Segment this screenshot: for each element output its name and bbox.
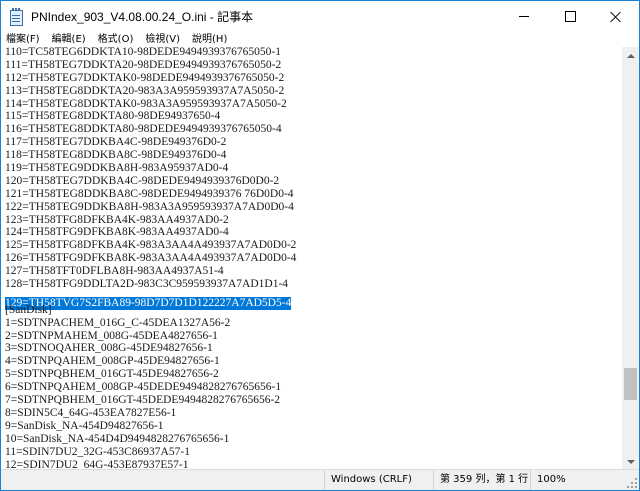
text-line-wrapper: 8=SDIN5C4_64G-453EA7827E56-1	[5, 407, 296, 420]
text-line: 8=SDIN5C4_64G-453EA7827E56-1	[5, 406, 177, 419]
menu-edit[interactable]: 編輯(E)	[46, 32, 92, 47]
scrollbar-thumb[interactable]	[624, 368, 637, 400]
text-line-wrapper: 125=TH58TFG8DFKBA4K-983A3AA4A493937A7AD0…	[5, 239, 296, 252]
text-line: 1=SDTNPACHEM_016G_C-45DEA1327A56-2	[5, 316, 231, 329]
text-editor[interactable]: 110=TC58TEG6DDKTA10-98DEDE94949393767650…	[3, 47, 622, 470]
menu-view[interactable]: 檢視(V)	[139, 32, 186, 47]
text-line: 118=TH58TEG8DDKBA8C-98DE949376D0-4	[5, 149, 227, 162]
text-line: 2=SDTNPMAHEM_008G-45DEA4827656-1	[5, 329, 218, 342]
text-line-wrapper: 116=TH58TEG8DDKTA80-98DEDE94949393767650…	[5, 123, 296, 136]
text-line: 127=TH58TFT0DFLBA8H-983AA4937A51-4	[5, 265, 224, 278]
close-icon	[610, 11, 622, 23]
text-line: 5=SDTNPQBHEM_016GT-45DE94827656-2	[5, 368, 219, 381]
text-line-wrapper: 118=TH58TEG8DDKBA8C-98DE949376D0-4	[5, 149, 296, 162]
maximize-button[interactable]	[547, 1, 593, 32]
vertical-scrollbar[interactable]	[622, 47, 639, 470]
resize-grip-icon[interactable]	[627, 478, 637, 488]
text-line-wrapper: 110=TC58TEG6DDKTA10-98DEDE94949393767650…	[5, 47, 296, 59]
text-line-wrapper: 3=SDTNOQAHER_008G-45DE94827656-1	[5, 342, 296, 355]
text-line: 114=TH58TEG8DDKTAK0-983A3A959593937A7A50…	[5, 97, 287, 110]
status-position: 第 359 列，第 1 行	[433, 470, 532, 490]
minimize-icon	[519, 16, 529, 17]
text-line: 116=TH58TEG8DDKTA80-98DEDE94949393767650…	[5, 123, 282, 136]
minimize-button[interactable]	[501, 1, 547, 32]
menu-format[interactable]: 格式(O)	[92, 32, 140, 47]
text-line-wrapper: 6=SDTNPQAHEM_008GP-45DEDE949482827676565…	[5, 381, 296, 394]
text-line-wrapper: 115=TH58TEG8DDKTA80-98DE94937650-4	[5, 110, 296, 123]
text-line: 125=TH58TFG8DFKBA4K-983A3AA4A493937A7AD0…	[5, 239, 297, 252]
text-line-wrapper: 1=SDTNPACHEM_016G_C-45DEA1327A56-2	[5, 317, 296, 330]
text-line: 123=TH58TFG8DFKBA4K-983AA4937AD0-2	[5, 213, 229, 226]
text-line: 113=TH58TEG8DDKTA20-983A3A959593937A7A50…	[5, 84, 285, 97]
text-line-wrapper: 2=SDTNPMAHEM_008G-45DEA4827656-1	[5, 330, 296, 343]
scroll-up-button[interactable]	[622, 47, 639, 64]
text-line-wrapper: 7=SDTNPQBHEM_016GT-45DEDE949482827676565…	[5, 394, 296, 407]
title-bar[interactable]: PNIndex_903_V4.08.00.24_O.ini - 記事本	[1, 1, 639, 32]
text-line-wrapper: 4=SDTNPQAHEM_008GP-45DE94827656-1	[5, 355, 296, 368]
notepad-window: PNIndex_903_V4.08.00.24_O.ini - 記事本 檔案(F…	[0, 0, 640, 491]
text-line: 4=SDTNPQAHEM_008GP-45DE94827656-1	[5, 355, 220, 368]
text-line: 6=SDTNPQAHEM_008GP-45DEDE949482827676565…	[5, 381, 282, 394]
text-line-wrapper: 129=TH58TVG7S2FBA89-98D7D7D1D122227A7AD5…	[5, 291, 296, 310]
text-line: 110=TC58TEG6DDKTA10-98DEDE94949393767650…	[5, 47, 281, 58]
text-line: 3=SDTNOQAHER_008G-45DE94827656-1	[5, 342, 213, 355]
text-line: 120=TH58TEG7DDKBA4C-98DEDE9494939376D0D0…	[5, 174, 280, 187]
text-line-wrapper: 5=SDTNPQBHEM_016GT-45DE94827656-2	[5, 368, 296, 381]
text-line: 11=SDIN7DU2_32G-453C86937A57-1	[5, 445, 190, 458]
text-line-wrapper: 121=TH58TEG8DDKBA8C-98DEDE9494939376 76D…	[5, 188, 296, 201]
status-zoom: 100%	[530, 470, 577, 490]
text-line-wrapper: 119=TH58TEG9DDKBA8H-983A95937AD0-4	[5, 162, 296, 175]
close-button[interactable]	[593, 1, 639, 32]
text-line-wrapper: 124=TH58TFG9DFKBA8K-983AA4937AD0-4	[5, 226, 296, 239]
text-line: 111=TH58TEG7DDKTA20-98DEDE94949393767650…	[5, 58, 282, 71]
text-line-wrapper: 113=TH58TEG8DDKTA20-983A3A959593937A7A50…	[5, 85, 296, 98]
text-line: 121=TH58TEG8DDKBA8C-98DEDE9494939376 76D…	[5, 187, 294, 200]
maximize-icon	[564, 11, 576, 22]
text-line: 122=TH58TEG9DDKBA8H-983A3A959593937A7AD0…	[5, 200, 294, 213]
text-line-wrapper: 123=TH58TFG8DFKBA4K-983AA4937AD0-2	[5, 214, 296, 227]
window-controls	[501, 1, 639, 32]
text-line-wrapper: 127=TH58TFT0DFLBA8H-983AA4937A51-4	[5, 265, 296, 278]
scroll-down-button[interactable]	[622, 453, 639, 470]
text-line: 115=TH58TEG8DDKTA80-98DE94937650-4	[5, 110, 221, 123]
text-line: 10=SanDisk_NA-454D4D9494828276765656-1	[5, 432, 230, 445]
text-line-wrapper: 11=SDIN7DU2_32G-453C86937A57-1	[5, 446, 296, 459]
chevron-down-icon	[626, 459, 635, 464]
status-bar: Windows (CRLF) 第 359 列，第 1 行 100%	[1, 469, 639, 490]
text-line-wrapper: 120=TH58TEG7DDKBA4C-98DEDE9494939376D0D0…	[5, 175, 296, 188]
menu-help[interactable]: 說明(H)	[186, 32, 233, 47]
text-line: 119=TH58TEG9DDKBA8H-983A95937AD0-4	[5, 162, 229, 175]
text-line: 7=SDTNPQBHEM_016GT-45DEDE949482827676565…	[5, 394, 281, 407]
menu-bar: 檔案(F) 編輯(E) 格式(O) 檢視(V) 說明(H)	[1, 32, 639, 47]
text-line-wrapper: 117=TH58TEG7DDKBA4C-98DE949376D0-2	[5, 136, 296, 149]
text-line-wrapper: 114=TH58TEG8DDKTAK0-983A3A959593937A7A50…	[5, 98, 296, 111]
text-line-wrapper: 112=TH58TEG7DDKTAK0-98DEDE94949393767650…	[5, 72, 296, 85]
notepad-icon	[8, 7, 24, 26]
menu-file[interactable]: 檔案(F)	[1, 32, 46, 47]
text-line-wrapper: 9=SanDisk_NA-454D94827656-1	[5, 420, 296, 433]
window-title: PNIndex_903_V4.08.00.24_O.ini - 記事本	[31, 10, 254, 24]
text-line-wrapper: 122=TH58TEG9DDKBA8H-983A3A959593937A7AD0…	[5, 201, 296, 214]
text-line-wrapper: 126=TH58TFG9DFKBA8K-983A3AA4A493937A7AD0…	[5, 252, 296, 265]
text-line: 128=TH58TFG9DDLTA2D-983C3C959593937A7AD1…	[5, 278, 289, 291]
text-line: 126=TH58TFG9DFKBA8K-983A3AA4A493937A7AD0…	[5, 252, 297, 265]
text-line-wrapper: 128=TH58TFG9DDLTA2D-983C3C959593937A7AD1…	[5, 278, 296, 291]
status-encoding: Windows (CRLF)	[324, 470, 431, 490]
chevron-up-icon	[626, 53, 635, 58]
text-line: 9=SanDisk_NA-454D94827656-1	[5, 419, 164, 432]
text-line: 124=TH58TFG9DFKBA8K-983AA4937AD0-4	[5, 226, 229, 239]
text-line: 112=TH58TEG7DDKTAK0-98DEDE94949393767650…	[5, 71, 285, 84]
text-line: 117=TH58TEG7DDKBA4C-98DE949376D0-2	[5, 136, 227, 149]
editor-lines: 110=TC58TEG6DDKTA10-98DEDE94949393767650…	[5, 47, 296, 470]
text-line-wrapper: 10=SanDisk_NA-454D4D9494828276765656-1	[5, 433, 296, 446]
text-line-wrapper: 111=TH58TEG7DDKTA20-98DEDE94949393767650…	[5, 59, 296, 72]
